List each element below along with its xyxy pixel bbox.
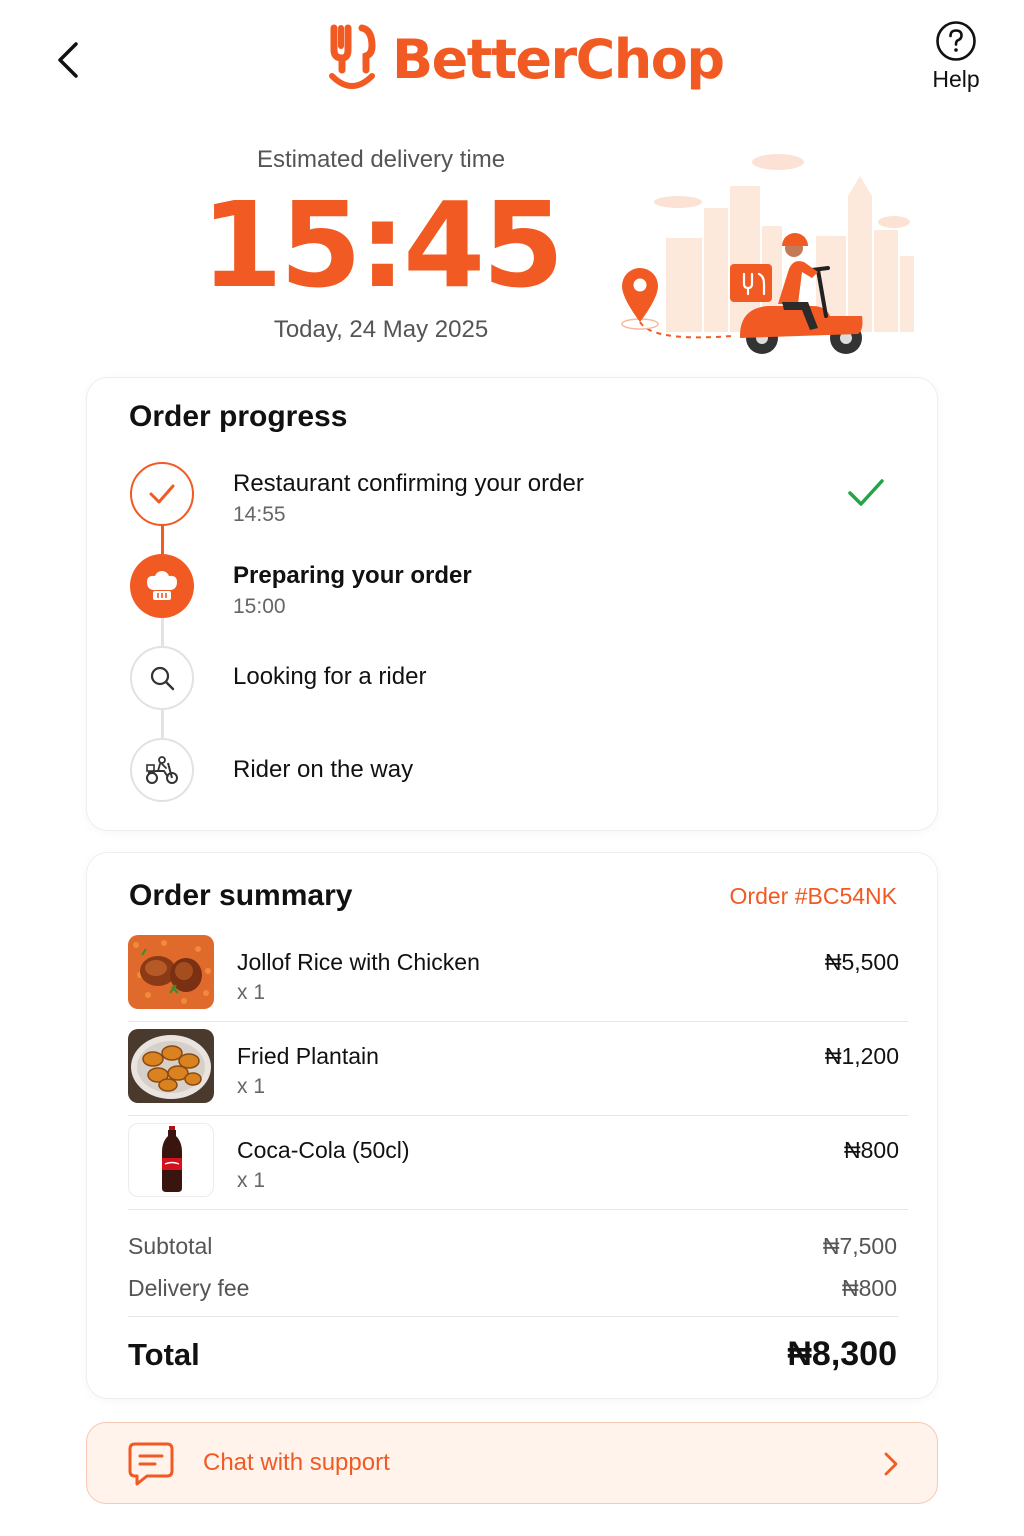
step-title: Looking for a rider (233, 663, 427, 690)
chat-bubble-icon (128, 1442, 174, 1486)
fork-smile-logo (329, 24, 376, 89)
total-value: ₦8,300 (787, 1335, 897, 1373)
chat-with-support-label: Chat with support (203, 1449, 390, 1476)
back-button[interactable] (48, 38, 88, 82)
timeline-connector (161, 710, 164, 740)
order-item: Fried Plantain x 1 ₦1,200 (87, 1029, 939, 1123)
jollof-rice-image (128, 935, 214, 1009)
delivery-fee-value: ₦800 (842, 1275, 897, 1301)
delivery-fee-label: Delivery fee (128, 1275, 250, 1301)
item-divider (128, 1115, 908, 1116)
step-status-done (130, 462, 194, 526)
brand-logo: BetterChop (326, 24, 725, 94)
total-label: Total (128, 1337, 200, 1372)
brand-name: BetterChop (392, 27, 725, 91)
eta-date: Today, 24 May 2025 (273, 316, 489, 343)
order-summary-card: Order summary Order #BC54NK Jollof Rice … (86, 852, 938, 1399)
fried-plantain-image (128, 1029, 214, 1103)
item-price: ₦800 (844, 1137, 899, 1163)
subtotal-label: Subtotal (128, 1233, 213, 1259)
item-quantity: x 1 (237, 1075, 266, 1098)
item-divider (128, 1021, 908, 1022)
search-icon (150, 666, 175, 691)
eta-time: 15:45 (200, 176, 565, 314)
order-progress-card: Order progress Restaurant confirming you… (86, 377, 938, 831)
chevron-left-icon (58, 42, 78, 78)
subtotal-value: ₦7,500 (822, 1233, 897, 1259)
step-time: 15:00 (233, 595, 286, 618)
step-time: 14:55 (233, 503, 286, 526)
step-status-pending (130, 646, 194, 710)
help-label: Help (932, 66, 980, 92)
help-button[interactable]: Help (924, 20, 988, 93)
scooter-icon (146, 756, 178, 784)
timeline-connector (161, 618, 164, 648)
step-title: Restaurant confirming your order (233, 470, 584, 497)
order-summary-title: Order summary (129, 879, 353, 912)
step-title: Preparing your order (233, 562, 472, 589)
chevron-right-icon (884, 1452, 898, 1476)
total-divider (128, 1316, 898, 1317)
step-status-current (130, 554, 194, 618)
eta-label: Estimated delivery time (256, 146, 506, 173)
item-name: Jollof Rice with Chicken (237, 949, 480, 975)
question-circle-icon (936, 21, 976, 61)
order-item: Coca-Cola (50cl) x 1 ₦800 (87, 1123, 939, 1217)
delivery-rider-illustration (621, 154, 914, 354)
item-name: Fried Plantain (237, 1043, 379, 1069)
item-quantity: x 1 (237, 1169, 266, 1192)
step-status-pending (130, 738, 194, 802)
timeline-connector (161, 524, 164, 554)
item-price: ₦1,200 (824, 1043, 899, 1069)
item-name: Coca-Cola (50cl) (237, 1137, 410, 1163)
order-id: Order #BC54NK (729, 883, 897, 909)
completed-check-icon (848, 479, 884, 506)
check-icon (149, 484, 175, 504)
step-title: Rider on the way (233, 756, 414, 783)
item-quantity: x 1 (237, 981, 266, 1004)
item-price: ₦5,500 (824, 949, 899, 975)
coca-cola-image (128, 1123, 214, 1197)
item-divider (128, 1209, 908, 1210)
chef-hat-icon (147, 571, 177, 600)
order-item: Jollof Rice with Chicken x 1 ₦5,500 (87, 935, 939, 1029)
chat-with-support-button[interactable]: Chat with support (86, 1422, 938, 1504)
order-progress-title: Order progress (129, 400, 348, 433)
